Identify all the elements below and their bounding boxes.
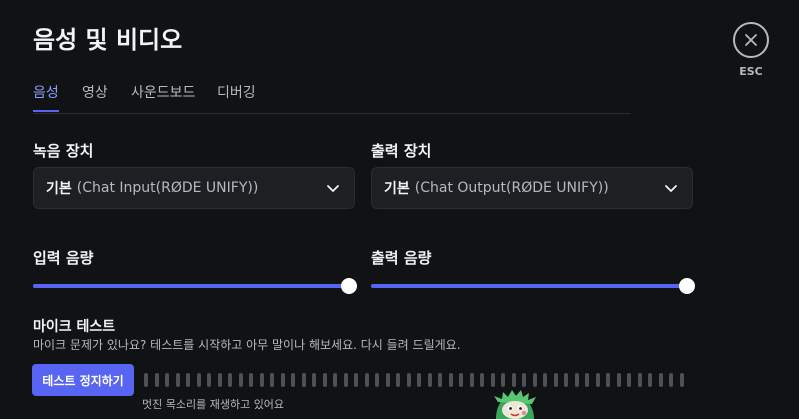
chevron-down-icon [665, 185, 677, 192]
slider-thumb[interactable] [679, 278, 695, 294]
meter-bar [385, 373, 390, 387]
meter-bar [291, 373, 295, 387]
input-device-label: 녹음 장치 [33, 142, 94, 160]
meter-bar [679, 373, 684, 387]
close-button[interactable]: ESC [733, 22, 769, 78]
output-device-value: 기본 [384, 181, 410, 197]
meter-bar [564, 373, 568, 387]
output-volume-slider[interactable] [371, 277, 695, 295]
input-device-select[interactable]: 기본 (Chat Input(RØDE UNIFY)) [33, 167, 355, 209]
stop-test-button[interactable]: 테스트 정지하기 [32, 364, 134, 396]
meter-bar [417, 373, 421, 387]
mic-level-meter [144, 373, 692, 387]
input-device-detail: (Chat Input(RØDE UNIFY)) [76, 180, 259, 196]
meter-bar [375, 373, 379, 387]
output-device-select[interactable]: 기본 (Chat Output(RØDE UNIFY)) [371, 167, 693, 209]
meter-bar [480, 373, 484, 387]
meter-bar [658, 373, 663, 387]
tab-voice[interactable]: 음성 [33, 82, 59, 112]
meter-bar [165, 373, 169, 387]
close-icon[interactable] [733, 22, 769, 58]
tab-video[interactable]: 영상 [82, 82, 108, 110]
input-volume-slider[interactable] [33, 277, 357, 295]
output-device-detail: (Chat Output(RØDE UNIFY)) [414, 180, 609, 196]
meter-bar [469, 373, 474, 387]
close-label: ESC [739, 65, 763, 78]
mic-test-title: 마이크 테스트 [33, 319, 116, 335]
meter-bar [259, 373, 264, 387]
meter-bar [669, 373, 673, 387]
tab-debugging[interactable]: 디버깅 [217, 82, 256, 110]
chevron-down-icon [327, 185, 339, 192]
mic-test-description: 마이크 문제가 있나요? 테스트를 시작하고 아무 말이나 해보세요. 다시 들… [33, 338, 461, 352]
meter-bar [312, 373, 316, 387]
meter-bar [343, 373, 348, 387]
input-device-value: 기본 [46, 181, 72, 197]
meter-bar [511, 373, 516, 387]
page-title: 음성 및 비디오 [33, 26, 183, 54]
meter-bar [154, 373, 159, 387]
meter-bar [438, 373, 442, 387]
meter-bar [595, 373, 600, 387]
meter-bar [616, 373, 621, 387]
meter-bar [270, 373, 274, 387]
meter-bar [217, 373, 222, 387]
output-device-label: 출력 장치 [371, 142, 432, 160]
meter-bar [522, 373, 526, 387]
output-volume-label: 출력 음량 [371, 249, 432, 267]
meter-bar [238, 373, 243, 387]
meter-bar [364, 373, 369, 387]
meter-bar [427, 373, 432, 387]
meter-bar [280, 373, 285, 387]
meter-bar [396, 373, 400, 387]
meter-bar [585, 373, 589, 387]
meter-bar [354, 373, 358, 387]
meter-bar [207, 373, 211, 387]
meter-bar [144, 373, 148, 387]
meter-bar [448, 373, 453, 387]
meter-bar [186, 373, 190, 387]
input-volume-label: 입력 음량 [33, 249, 94, 267]
meter-bar [175, 373, 180, 387]
meter-bar [249, 373, 253, 387]
slider-fill [33, 284, 349, 288]
meter-bar [459, 373, 463, 387]
tab-soundboard[interactable]: 사운드보드 [131, 82, 195, 110]
meter-bar [406, 373, 411, 387]
meter-bar [322, 373, 327, 387]
meter-bar [228, 373, 232, 387]
meter-bar [532, 373, 537, 387]
meter-bar [574, 373, 579, 387]
meter-bar [648, 373, 652, 387]
mascot-illustration [494, 390, 536, 419]
meter-bar [301, 373, 306, 387]
mic-test-caption: 멋진 목소리를 재생하고 있어요 [142, 398, 285, 411]
slider-fill [371, 284, 687, 288]
meter-bar [637, 373, 642, 387]
slider-thumb[interactable] [341, 278, 357, 294]
meter-bar [606, 373, 610, 387]
meter-bar [501, 373, 505, 387]
meter-bar [553, 373, 558, 387]
meter-bar [627, 373, 631, 387]
meter-bar [543, 373, 547, 387]
meter-bar [333, 373, 337, 387]
tab-bar: 음성 영상 사운드보드 디버깅 [33, 82, 631, 114]
meter-bar [196, 373, 201, 387]
meter-bar [490, 373, 495, 387]
